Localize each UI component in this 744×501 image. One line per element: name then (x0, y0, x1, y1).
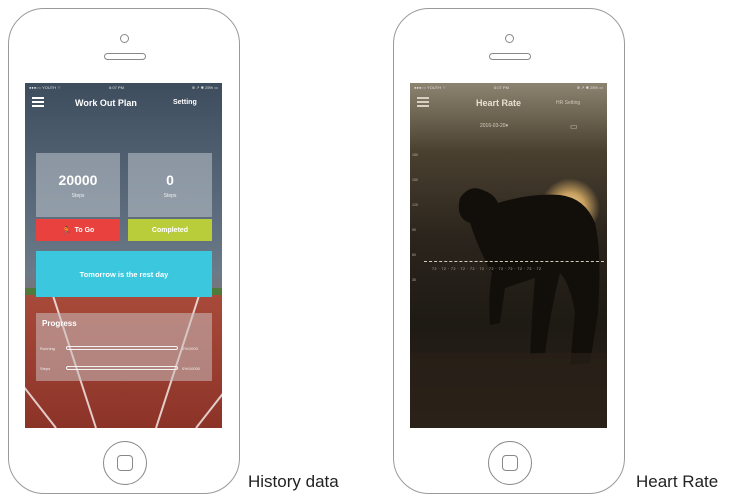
to-go-button[interactable]: 🏃 To Go (36, 219, 120, 241)
sprinter-silhouette (410, 188, 607, 428)
progress-panel: Progress Running 0%/1000 Steps 0%/10000 (36, 313, 212, 381)
y-axis-tick: 30 (412, 278, 416, 282)
carrier-signal: ●●●○○ YOUTH ⌔ (414, 85, 446, 90)
battery-status: ⊕ ↗ ✱ 25% ▭ (576, 85, 603, 90)
y-axis-tick: 150 (412, 178, 418, 182)
page-title: Work Out Plan (75, 98, 137, 108)
progress-value: 0%/10000 (182, 366, 201, 371)
hamburger-menu-icon[interactable] (32, 97, 44, 107)
phone-frame-right: ●●●○○ YOUTH ⌔ 6:07 PM ⊕ ↗ ✱ 25% ▭ Heart … (393, 8, 625, 494)
rest-day-banner: Tomorrow is the rest day (36, 251, 212, 297)
page-title: Heart Rate (476, 98, 522, 108)
setting-button[interactable]: Setting (173, 99, 197, 106)
hr-setting-button[interactable]: HR Setting (556, 100, 580, 106)
workout-plan-screen: ●●●○○ YOUTH ⌔ 6:07 PM ⊕ ↗ ✱ 25% ▭ Work O… (25, 83, 222, 428)
status-bar: ●●●○○ YOUTH ⌔ 6:07 PM ⊕ ↗ ✱ 25% ▭ (414, 85, 603, 93)
progress-bar (66, 346, 178, 350)
progress-bar (66, 366, 178, 370)
status-time: 6:07 PM (109, 85, 124, 90)
progress-row-steps: Steps 0%/10000 (36, 365, 212, 373)
battery-status: ⊕ ↗ ✱ 25% ▭ (191, 85, 218, 90)
heart-rate-screen: ●●●○○ YOUTH ⌔ 6:07 PM ⊕ ↗ ✱ 25% ▭ Heart … (410, 83, 607, 428)
y-axis-tick: 120 (412, 203, 418, 207)
progress-row-running: Running 0%/1000 (36, 345, 212, 353)
caption-history-data: History data (248, 472, 339, 491)
phone-frame-left: ●●●○○ YOUTH ⌔ 6:07 PM ⊕ ↗ ✱ 25% ▭ Work O… (8, 8, 240, 494)
earpiece-speaker (104, 53, 146, 60)
y-axis-tick: 180 (412, 153, 418, 157)
runner-icon: 🏃 (61, 225, 72, 235)
progress-value: 0%/1000 (182, 346, 198, 351)
steps-goal-unit: Steps (71, 193, 85, 199)
status-bar: ●●●○○ YOUTH ⌔ 6:07 PM ⊕ ↗ ✱ 25% ▭ (29, 85, 218, 93)
y-axis-tick: 90 (412, 228, 416, 232)
caption-heart-rate: Heart Rate (636, 472, 719, 491)
front-camera (505, 34, 514, 43)
progress-label: Steps (40, 366, 51, 371)
hamburger-menu-icon[interactable] (417, 97, 429, 107)
calendar-icon[interactable]: ▭ (570, 122, 578, 131)
progress-title: Progress (42, 319, 77, 328)
date-selector[interactable]: 2016-03-20▾ (480, 123, 508, 129)
completed-button[interactable]: Completed (128, 219, 212, 241)
to-go-label: To Go (74, 226, 95, 234)
carrier-signal: ●●●○○ YOUTH ⌔ (29, 85, 61, 90)
y-axis-tick: 60 (412, 253, 416, 257)
status-time: 6:07 PM (494, 85, 509, 90)
front-camera (120, 34, 129, 43)
earpiece-speaker (489, 53, 531, 60)
steps-goal-card: 20000 Steps (36, 153, 120, 217)
steps-done-value: 0 (166, 172, 174, 188)
steps-done-card: 0 Steps (128, 153, 212, 217)
progress-label: Running (40, 346, 55, 351)
steps-goal-value: 20000 (58, 172, 98, 188)
heart-rate-line (424, 261, 604, 262)
steps-done-unit: Steps (163, 193, 177, 199)
home-button[interactable] (488, 441, 532, 485)
heart-rate-values: 72 · 72 · 72 · 72 · 72 · 72 · 72 · 72 · … (432, 267, 542, 271)
home-button[interactable] (103, 441, 147, 485)
